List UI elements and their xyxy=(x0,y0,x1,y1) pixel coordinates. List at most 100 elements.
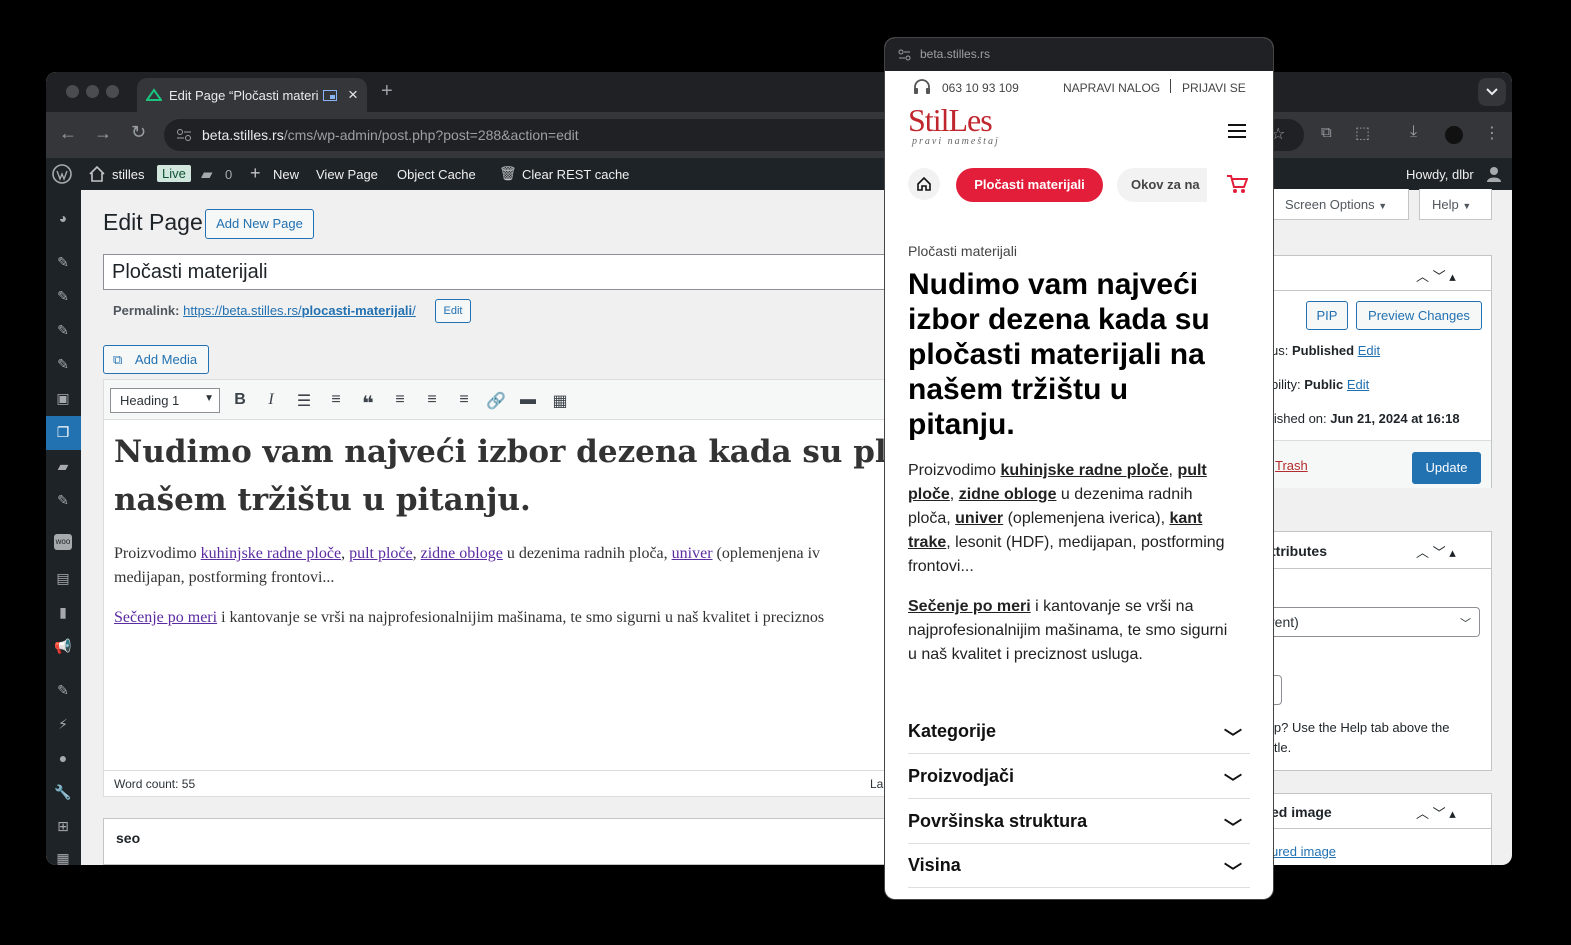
content-link[interactable]: ploče xyxy=(908,486,950,503)
puzzle-icon[interactable]: ⬚ xyxy=(1355,123,1370,143)
settings-icon[interactable]: ⊞ xyxy=(54,818,72,834)
login-link[interactable]: PRIJAVI SE xyxy=(1182,81,1246,95)
pin-icon[interactable]: ✎ xyxy=(54,322,72,338)
howdy-user-menu[interactable]: Howdy, dlbr xyxy=(1406,167,1474,182)
wordpress-logo-icon[interactable] xyxy=(52,164,72,184)
stilles-logo[interactable]: StilLes pravi nameštaj xyxy=(908,102,1020,150)
hamburger-menu-icon[interactable] xyxy=(1228,124,1246,138)
toolbar-toggle-icon[interactable]: ▦ xyxy=(550,391,570,410)
format-select[interactable]: Heading 1 ▼ xyxy=(110,388,220,413)
analytics-icon[interactable]: ▮ xyxy=(54,604,72,620)
align-right-icon[interactable]: ≡ xyxy=(454,391,474,409)
move-to-trash-link[interactable]: Trash xyxy=(1275,458,1308,473)
content-link[interactable]: kuhinjske radne ploče xyxy=(201,545,341,562)
content-link[interactable]: pult xyxy=(1177,462,1206,479)
marketing-icon[interactable]: 📢 xyxy=(54,638,72,654)
object-cache-menu[interactable]: Object Cache xyxy=(397,167,476,182)
post-title-input[interactable]: Pločasti materijali xyxy=(103,254,943,290)
content-link[interactable]: pult ploče xyxy=(349,545,413,562)
close-tab-icon[interactable]: × xyxy=(348,85,358,105)
box-controls-icon[interactable]: ︿ ﹀ ▴ xyxy=(1416,803,1456,822)
browser-tab[interactable]: Edit Page “Pločasti materi × xyxy=(137,78,367,112)
content-link[interactable]: kant xyxy=(1169,510,1202,527)
posts-pin-icon[interactable]: ✎ xyxy=(54,254,72,270)
italic-icon[interactable]: I xyxy=(261,391,281,409)
new-menu[interactable]: New xyxy=(273,167,299,182)
tab-search-button[interactable] xyxy=(1478,78,1506,106)
content-link[interactable]: Sečenje po meri xyxy=(114,609,217,626)
appearance-icon[interactable]: ✎ xyxy=(54,682,72,698)
collapse-icon[interactable]: ▦ xyxy=(54,850,72,865)
editor-content[interactable]: Nudimo vam najveći izbor dezena kada su … xyxy=(114,428,946,630)
content-link[interactable]: zidne obloge xyxy=(421,545,503,562)
menu-dots-icon[interactable]: ⋮ xyxy=(1484,123,1500,143)
numbered-list-icon[interactable]: ≡ xyxy=(326,391,346,409)
screen-options-button[interactable]: Screen Options ▼ xyxy=(1272,189,1409,220)
blockquote-icon[interactable]: ❝ xyxy=(358,391,378,415)
pin-icon[interactable]: ✎ xyxy=(54,356,72,372)
accordion-visina[interactable]: Visina ﹀ xyxy=(908,844,1250,888)
download-icon[interactable]: ⤓ xyxy=(1410,123,1417,141)
permalink-link[interactable]: https://beta.stilles.rs/plocasti-materij… xyxy=(183,303,416,318)
category-pill-active[interactable]: Pločasti materijali xyxy=(956,168,1103,202)
preview-changes-button[interactable]: Preview Changes xyxy=(1356,301,1482,330)
comments-menu-icon[interactable]: ▰ xyxy=(54,458,72,474)
plugins-icon[interactable]: ⚡ xyxy=(54,716,72,732)
clear-rest-cache-link[interactable]: Clear REST cache xyxy=(522,167,629,182)
new-tab-icon[interactable]: + xyxy=(381,80,393,103)
minimize-window-button[interactable] xyxy=(86,85,99,98)
accordion-proizvodjaci[interactable]: Proizvodjači ﹀ xyxy=(908,755,1250,799)
accordion-kategorije[interactable]: Kategorije ﹀ xyxy=(908,710,1250,754)
bold-icon[interactable]: B xyxy=(230,391,250,409)
category-pill[interactable]: Okov za na xyxy=(1117,168,1207,202)
view-page-link[interactable]: View Page xyxy=(316,167,378,182)
status-edit-link[interactable]: Edit xyxy=(1358,343,1380,358)
read-more-icon[interactable]: ▬ xyxy=(518,391,538,409)
visibility-edit-link[interactable]: Edit xyxy=(1347,377,1369,392)
add-media-button[interactable]: ⧉ Add Media xyxy=(103,345,209,374)
seo-metabox[interactable]: seo xyxy=(103,818,943,865)
set-featured-image-link[interactable]: ured image xyxy=(1271,844,1336,859)
pin-icon[interactable]: ✎ xyxy=(54,492,72,508)
pages-menu-active[interactable]: ❐ xyxy=(46,416,81,450)
align-center-icon[interactable]: ≡ xyxy=(422,391,442,409)
pip-button[interactable]: PIP xyxy=(1306,301,1348,330)
link-icon[interactable]: 🔗 xyxy=(486,391,506,410)
phone-number[interactable]: 063 10 93 109 xyxy=(942,81,1019,95)
update-button[interactable]: Update xyxy=(1412,452,1481,484)
content-link[interactable]: Sečenje po meri xyxy=(908,598,1031,615)
home-button[interactable] xyxy=(908,168,940,200)
box-controls-icon[interactable]: ︿ ﹀ ▴ xyxy=(1416,266,1456,285)
products-icon[interactable]: ▤ xyxy=(54,570,72,586)
comments-icon[interactable]: ▰ xyxy=(201,165,213,183)
register-link[interactable]: NAPRAVI NALOG xyxy=(1063,81,1160,95)
close-window-button[interactable] xyxy=(66,85,79,98)
align-left-icon[interactable]: ≡ xyxy=(390,391,410,409)
dashboard-icon[interactable]: ◕ xyxy=(54,210,72,226)
content-link[interactable]: kuhinjske radne ploče xyxy=(1000,462,1168,479)
accordion-povrsinska-struktura[interactable]: Površinska struktura ﹀ xyxy=(908,800,1250,844)
box-controls-icon[interactable]: ︿ ﹀ ▴ xyxy=(1416,542,1456,561)
forward-icon[interactable]: → xyxy=(94,123,112,144)
profile-avatar[interactable] xyxy=(1445,126,1463,144)
content-link[interactable]: univer xyxy=(672,545,713,562)
permalink-edit-button[interactable]: Edit xyxy=(435,299,471,323)
cart-icon[interactable] xyxy=(1226,174,1248,194)
media-icon[interactable]: ▣ xyxy=(54,390,72,406)
back-icon[interactable]: ← xyxy=(59,123,77,144)
woocommerce-icon[interactable]: woo xyxy=(54,534,72,550)
add-new-page-button[interactable]: Add New Page xyxy=(205,209,314,239)
reload-icon[interactable]: ↻ xyxy=(131,122,146,143)
site-name-link[interactable]: stilles xyxy=(112,167,145,182)
extension-icon[interactable]: ⧉ xyxy=(1321,124,1332,141)
bullet-list-icon[interactable]: ☰ xyxy=(294,391,314,410)
content-link[interactable]: univer xyxy=(955,510,1003,527)
bookmark-star-icon[interactable]: ☆ xyxy=(1271,124,1285,144)
parent-select[interactable]: rent) ﹀ xyxy=(1270,607,1480,637)
content-link[interactable]: trake xyxy=(908,534,946,551)
help-button[interactable]: Help ▼ xyxy=(1419,189,1492,220)
content-link[interactable]: zidne obloge xyxy=(959,486,1057,503)
pin-icon[interactable]: ✎ xyxy=(54,288,72,304)
maximize-window-button[interactable] xyxy=(106,85,119,98)
users-icon[interactable]: ● xyxy=(54,750,72,766)
